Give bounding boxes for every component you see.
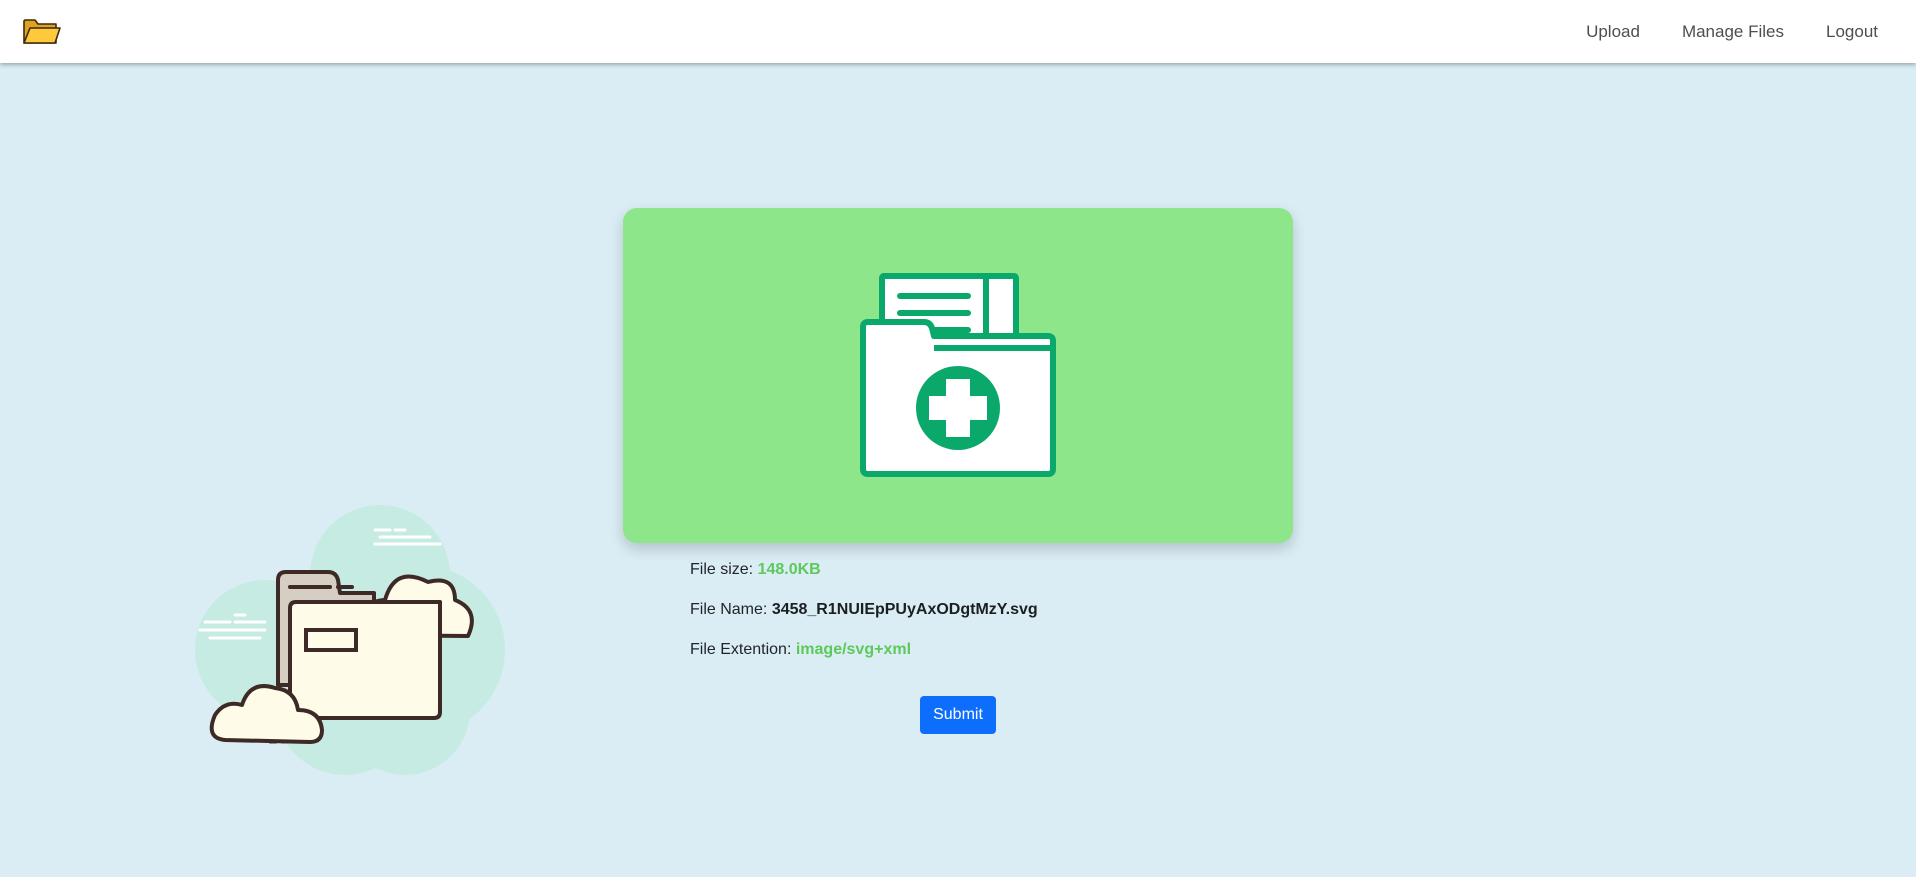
- file-name-label: File Name:: [690, 601, 768, 618]
- file-size-row: File size: 148.0KB: [690, 560, 1290, 600]
- file-preview-card: [623, 208, 1293, 543]
- cloud-folder-illustration: [195, 505, 505, 775]
- file-extension-row: File Extention: image/svg+xml: [690, 640, 1290, 680]
- nav-links: Upload Manage Files Logout: [1544, 0, 1878, 63]
- open-folder-icon[interactable]: [22, 15, 62, 47]
- file-info: File size: 148.0KB File Name: 3458_R1NUI…: [690, 560, 1290, 680]
- file-size-label: File size:: [690, 561, 754, 578]
- nav-link-manage-files[interactable]: Manage Files: [1682, 22, 1784, 42]
- nav-link-upload[interactable]: Upload: [1586, 22, 1640, 42]
- top-navbar: Upload Manage Files Logout: [0, 0, 1916, 63]
- submit-button[interactable]: Submit: [920, 696, 996, 734]
- file-size-value: 148.0KB: [757, 561, 821, 578]
- medical-folder-icon: [860, 273, 1056, 477]
- file-extension-value: image/svg+xml: [795, 641, 912, 658]
- file-name-row: File Name: 3458_R1NUIEpPUyAxODgtMzY.svg: [690, 600, 1290, 640]
- file-extension-label: File Extention:: [690, 641, 792, 658]
- file-name-value: 3458_R1NUIEpPUyAxODgtMzY.svg: [771, 601, 1038, 618]
- nav-link-logout[interactable]: Logout: [1826, 22, 1878, 42]
